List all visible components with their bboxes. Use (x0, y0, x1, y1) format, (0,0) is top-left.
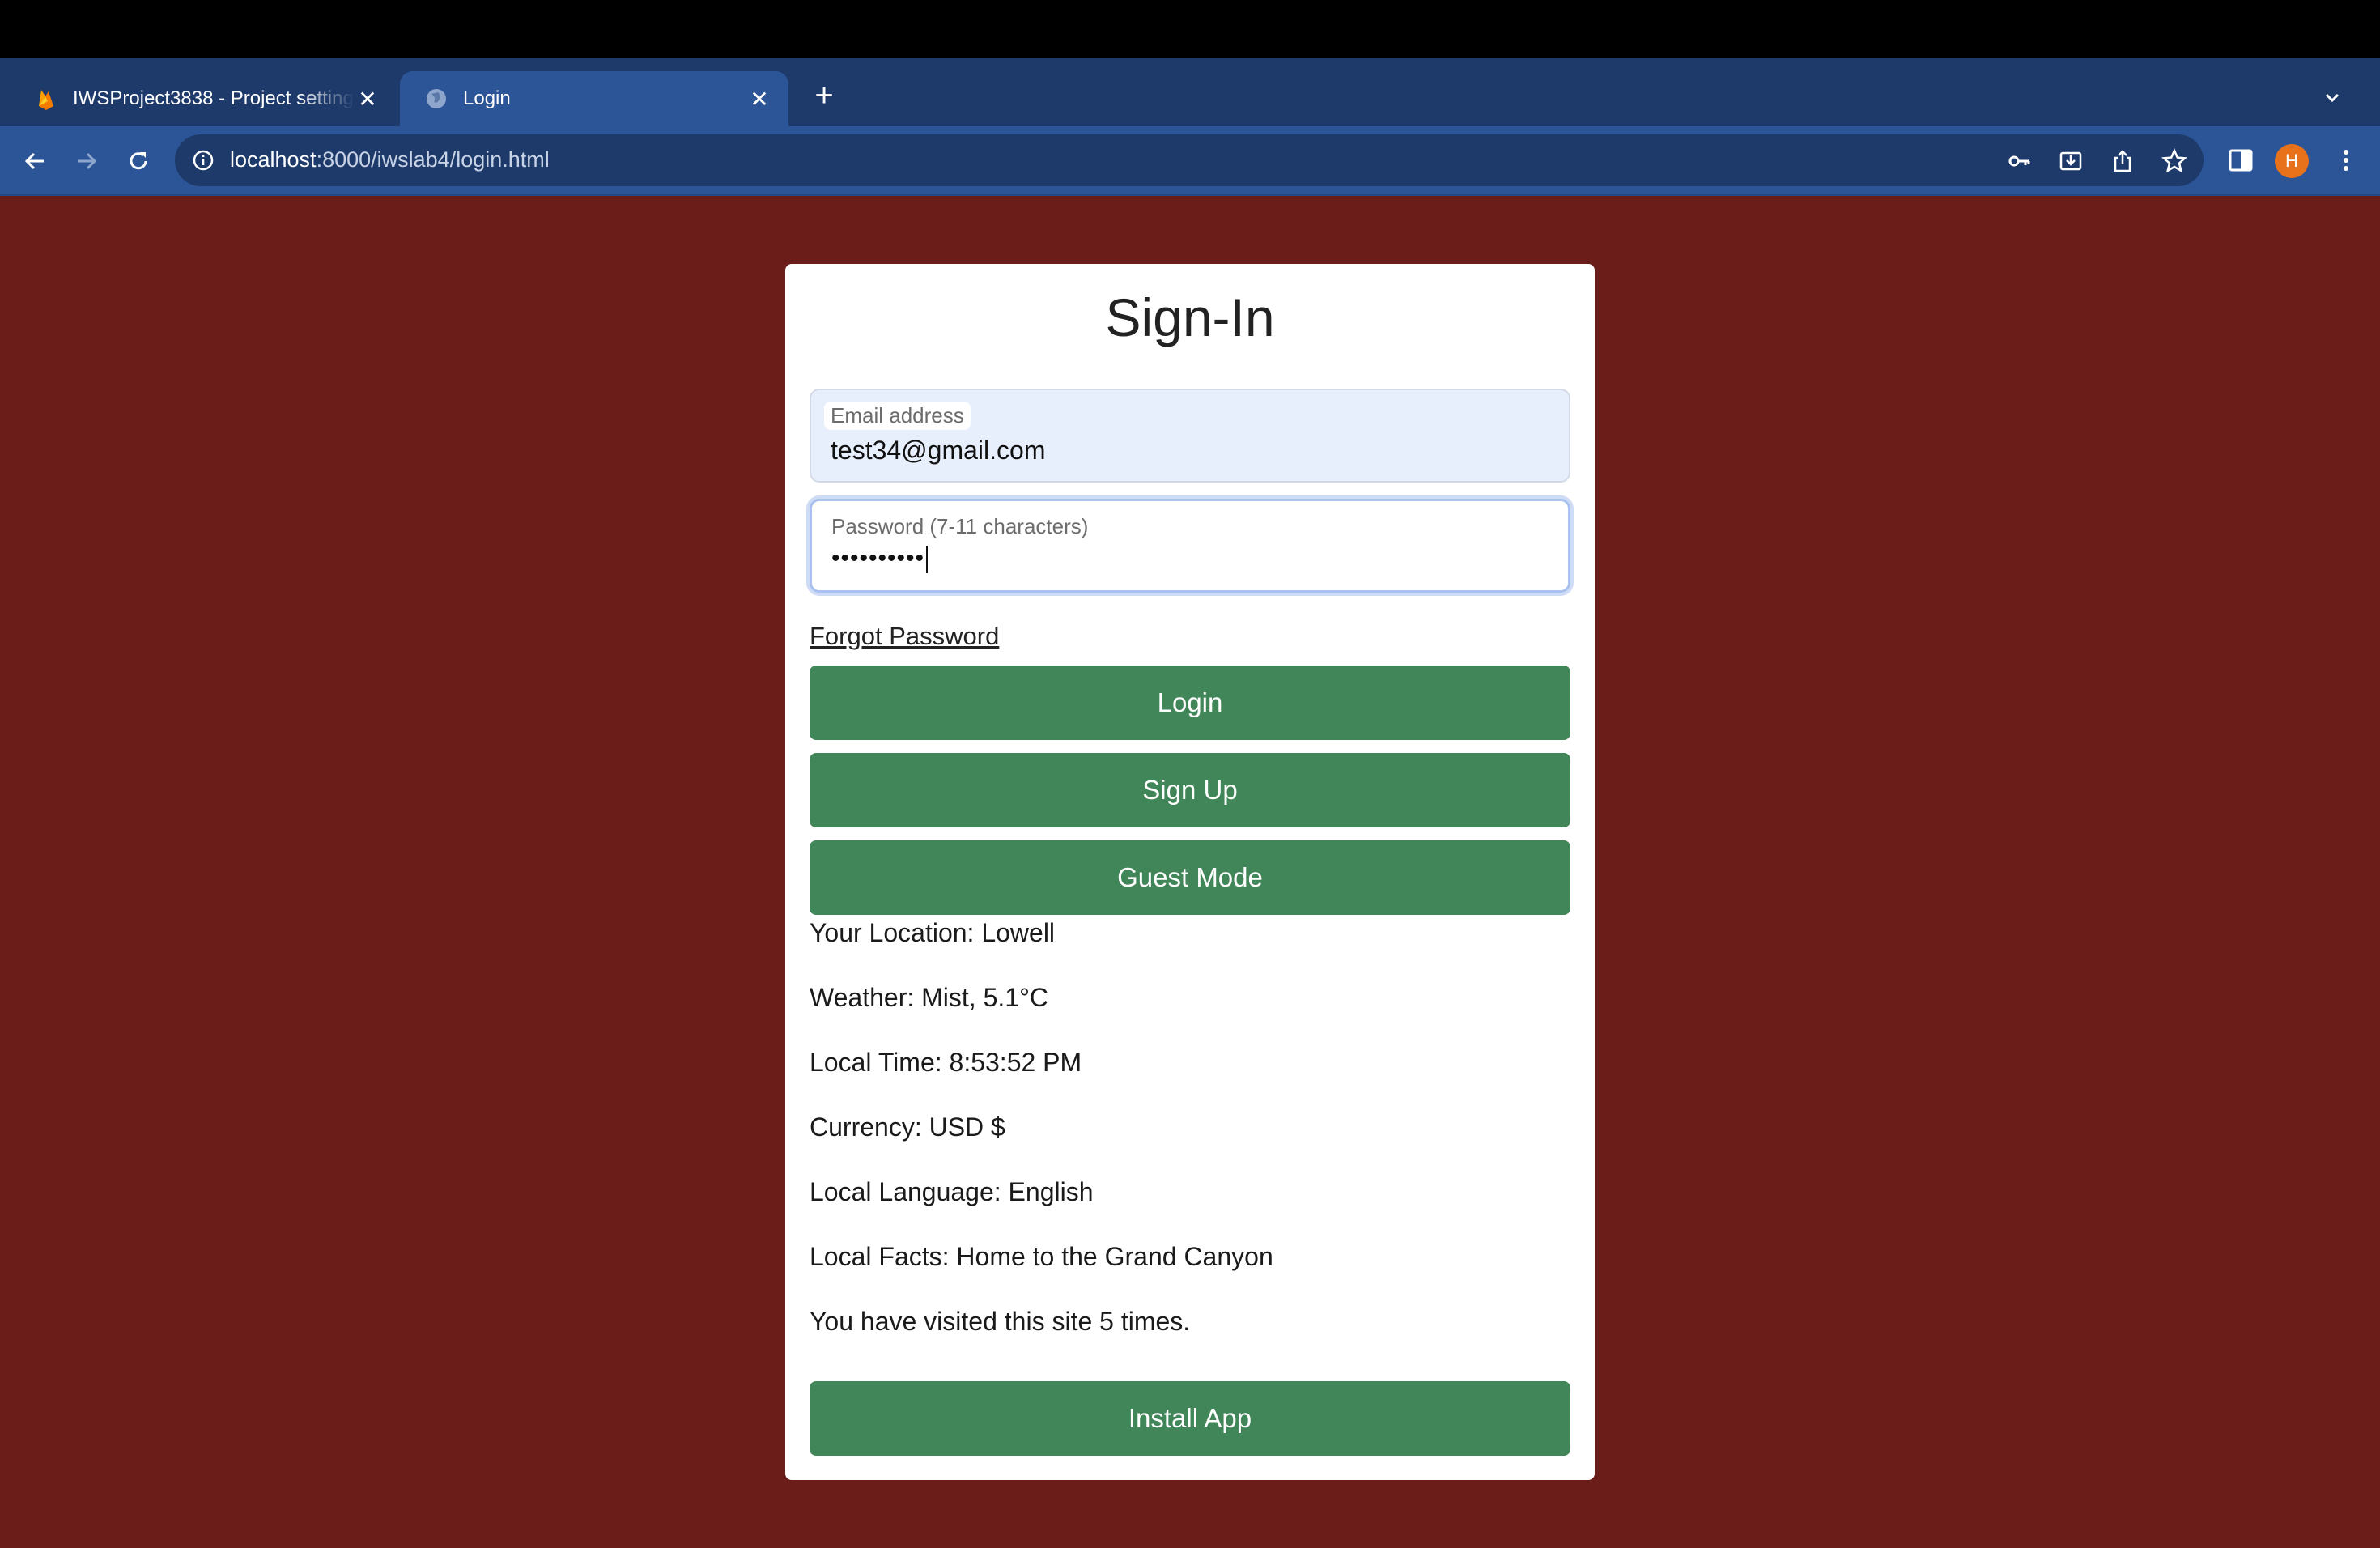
visit-count-text: You have visited this site 5 times. (810, 1307, 1191, 1336)
signup-button[interactable]: Sign Up (810, 753, 1570, 827)
install-icon[interactable] (2058, 148, 2084, 174)
profile-avatar[interactable]: H (2275, 144, 2309, 178)
more-menu-icon[interactable] (2331, 146, 2361, 175)
back-arrow-icon[interactable] (16, 142, 53, 180)
globe-icon (424, 87, 448, 111)
page-title: Sign-In (1105, 287, 1275, 347)
password-field[interactable]: Password (7-11 characters) •••••••••• (810, 499, 1570, 593)
tab-title: Login (463, 87, 511, 109)
url-path: :8000/iwslab4/login.html (316, 147, 550, 172)
password-dots: •••••••••• (831, 545, 925, 572)
firebase-icon (34, 87, 58, 111)
bookmark-star-icon[interactable] (2161, 147, 2188, 174)
reload-icon[interactable] (120, 142, 157, 180)
url-text: localhost:8000/iwslab4/login.html (230, 147, 550, 172)
text-caret (926, 546, 929, 574)
forward-arrow-icon[interactable] (68, 142, 105, 180)
close-tab-icon[interactable]: ✕ (746, 86, 772, 112)
guest-mode-button[interactable]: Guest Mode (810, 840, 1570, 915)
password-label: Password (7-11 characters) (831, 514, 1089, 538)
tab-strip: IWSProject3838 - Project settings ✕ Logi… (0, 58, 2380, 126)
email-value[interactable]: test34@gmail.com (831, 436, 1045, 466)
local-time-text: Local Time: 8:53:52 PM (810, 1048, 1082, 1077)
chevron-down-icon[interactable] (2320, 86, 2344, 110)
url-host: localhost (230, 147, 317, 172)
install-app-button[interactable]: Install App (810, 1381, 1570, 1456)
signin-card: Sign-In Email address test34@gmail.com P… (785, 264, 1595, 1480)
tab-project-settings[interactable]: IWSProject3838 - Project settings ✕ (10, 71, 397, 126)
close-tab-icon[interactable]: ✕ (355, 86, 380, 112)
side-panel-icon[interactable] (2226, 146, 2255, 175)
login-button[interactable]: Login (810, 666, 1570, 740)
language-text: Local Language: English (810, 1177, 1094, 1206)
email-label: Email address (824, 402, 971, 430)
password-value[interactable]: •••••••••• (831, 545, 929, 574)
browser-toolbar: localhost:8000/iwslab4/login.html H (0, 126, 2380, 196)
address-bar[interactable]: localhost:8000/iwslab4/login.html (175, 134, 2204, 186)
forgot-password-link[interactable]: Forgot Password (810, 622, 999, 651)
new-tab-button[interactable]: + (810, 79, 839, 112)
local-facts-text: Local Facts: Home to the Grand Canyon (810, 1242, 1273, 1271)
email-field[interactable]: Email address test34@gmail.com (810, 389, 1570, 483)
screen-top-bar (0, 0, 2380, 58)
share-icon[interactable] (2110, 148, 2136, 174)
currency-text: Currency: USD $ (810, 1112, 1005, 1142)
tab-login[interactable]: Login ✕ (400, 71, 788, 126)
weather-text: Weather: Mist, 5.1°C (810, 983, 1048, 1012)
site-info-icon[interactable] (191, 148, 215, 172)
key-icon[interactable] (2006, 148, 2032, 174)
location-text: Your Location: Lowell (810, 918, 1056, 947)
tab-title: IWSProject3838 - Project settings (73, 87, 355, 109)
